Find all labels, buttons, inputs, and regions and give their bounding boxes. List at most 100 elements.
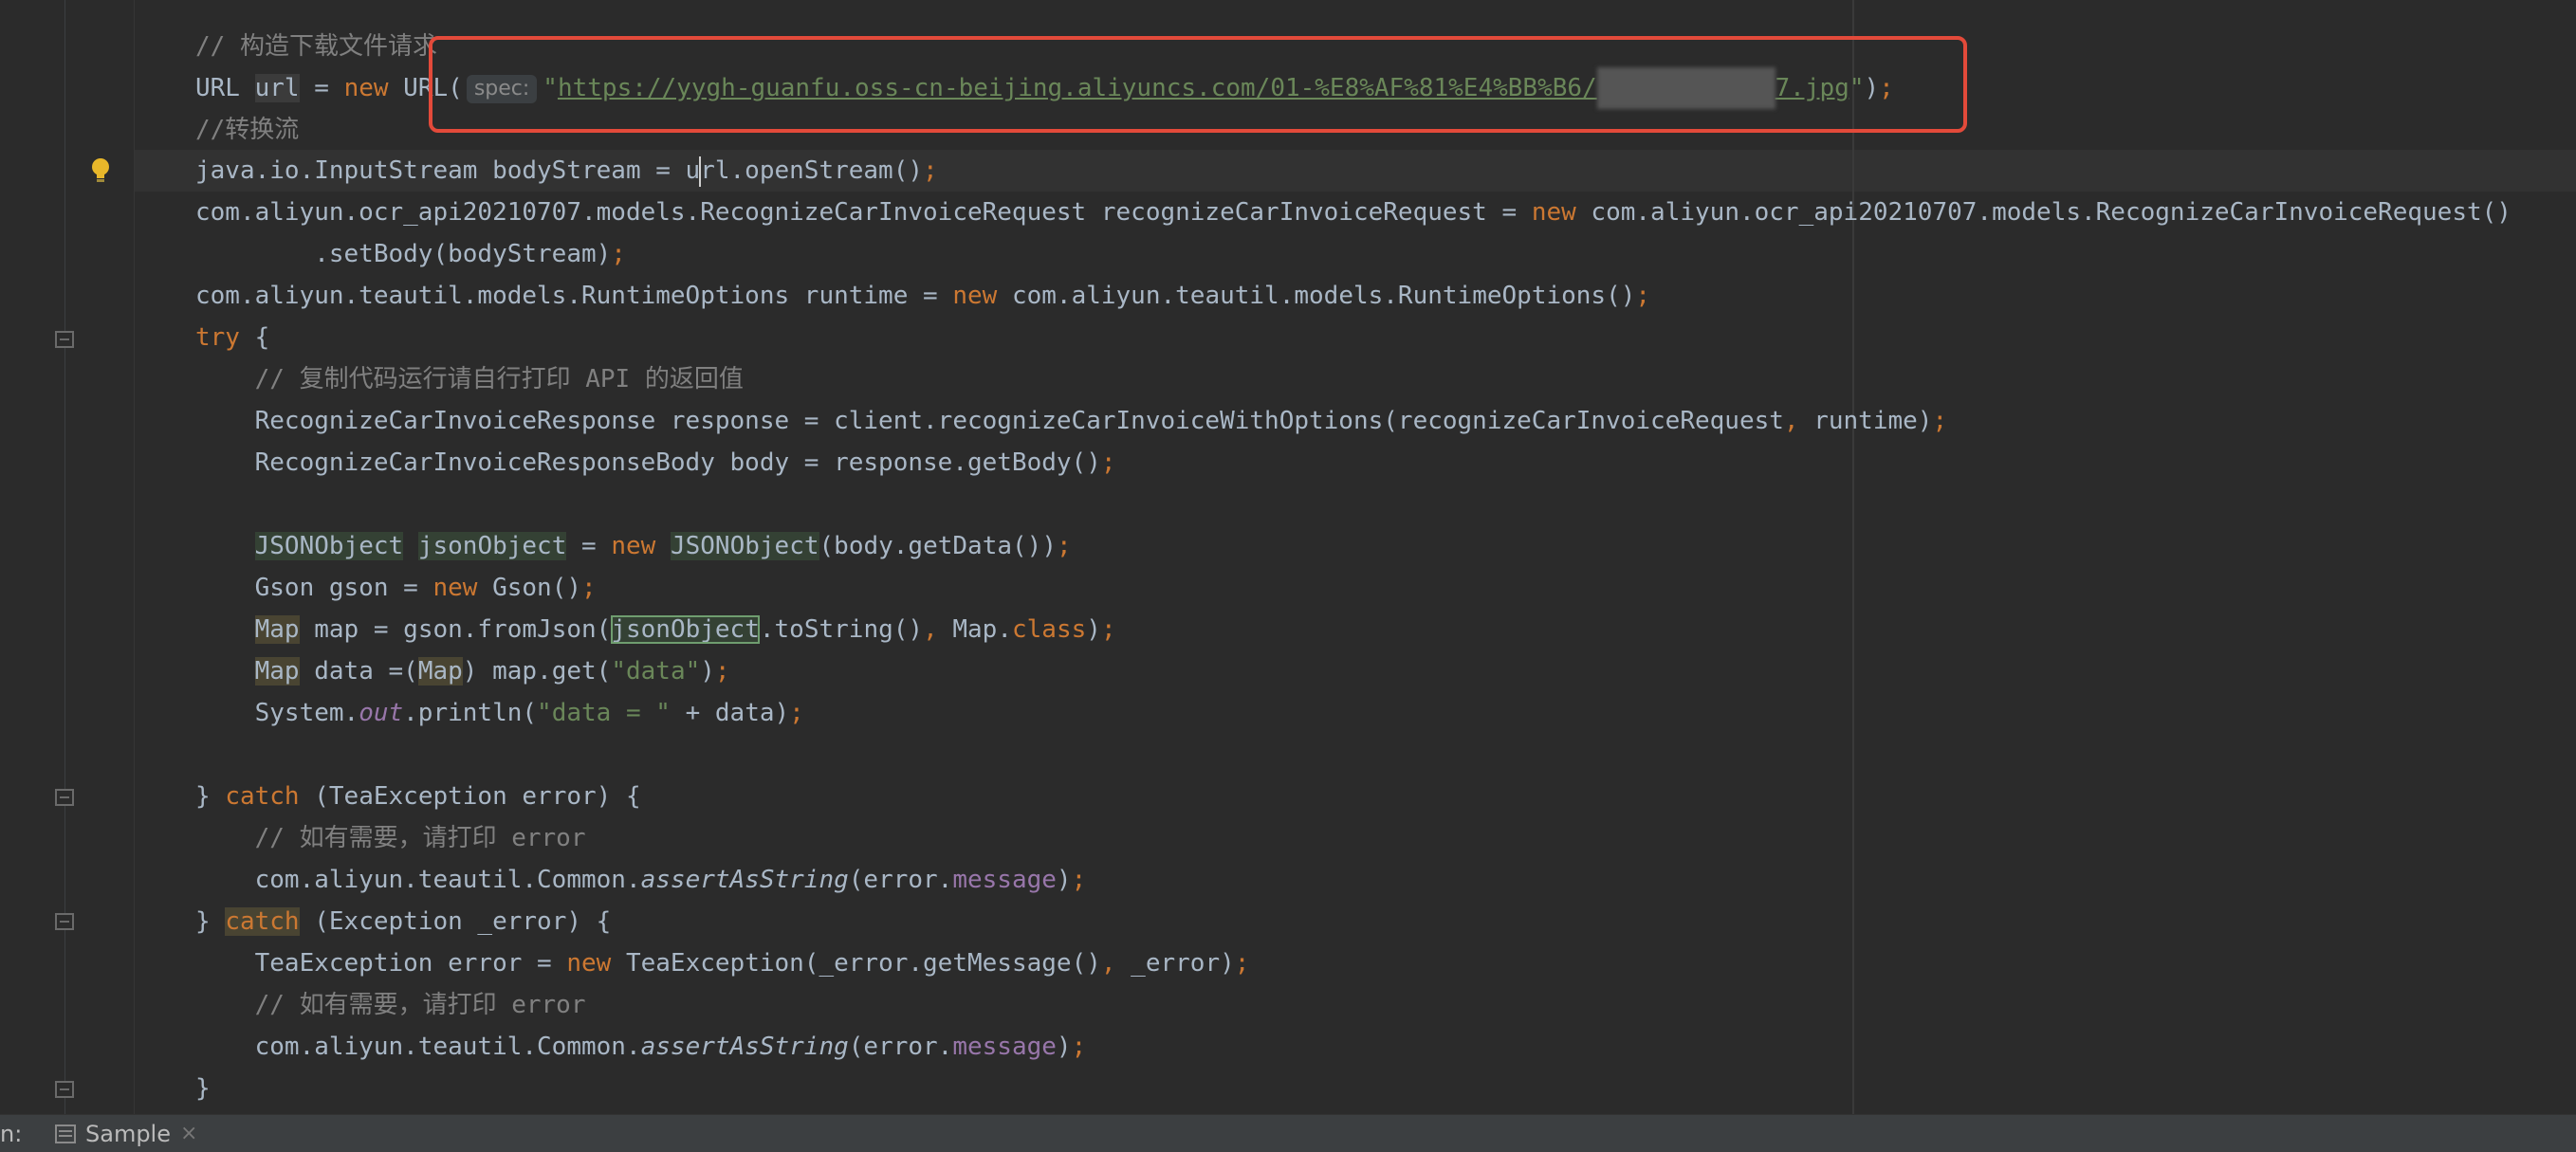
- code-token-highlighted: Map: [254, 615, 300, 644]
- code-field: message: [952, 1033, 1057, 1061]
- code-string: "data": [611, 657, 701, 686]
- code-token: runtime): [1798, 407, 1933, 435]
- code-keyword: new: [952, 282, 998, 310]
- code-token: RecognizeCarInvoiceResponse response = c…: [195, 407, 1784, 435]
- code-keyword: new: [432, 574, 478, 602]
- code-method: assertAsString: [640, 1033, 849, 1061]
- code-punct: ;: [1234, 949, 1250, 978]
- code-keyword: catch: [225, 782, 300, 811]
- code-token: com.aliyun.teautil.Common.: [195, 1033, 641, 1061]
- code-token: com.aliyun.teautil.models.RuntimeOptions…: [195, 282, 953, 310]
- code-token-highlighted: Map: [254, 657, 300, 686]
- code-keyword: new: [343, 74, 389, 102]
- code-token-highlighted: jsonObject: [611, 615, 760, 644]
- code-token: + data): [670, 699, 790, 727]
- code-token: (body.getData()): [819, 532, 1057, 560]
- code-keyword: new: [1531, 198, 1576, 227]
- run-label: n:: [0, 1121, 23, 1147]
- code-punct: ;: [1932, 407, 1948, 435]
- code-token: URL: [195, 74, 240, 102]
- code-token: com.aliyun.teautil.Common.: [195, 866, 641, 894]
- code-punct: ;: [581, 574, 597, 602]
- lightbulb-icon[interactable]: [89, 156, 112, 185]
- code-token: }: [195, 782, 226, 811]
- code-token: Map.: [937, 615, 1012, 644]
- code-punct: ;: [611, 240, 626, 268]
- code-comment: //转换流: [195, 116, 300, 144]
- code-token: ): [700, 657, 715, 686]
- code-punct: ;: [1056, 532, 1072, 560]
- code-keyword: class: [1012, 615, 1087, 644]
- run-config-icon: [55, 1124, 76, 1143]
- gutter-divider: [64, 0, 65, 1114]
- code-punct: ;: [1071, 1033, 1087, 1061]
- code-token: .println(: [403, 699, 538, 727]
- code-token: com.aliyun.teautil.models.RuntimeOptions…: [997, 282, 1636, 310]
- code-token: (Exception _error) {: [299, 907, 612, 936]
- code-token: (error.: [848, 1033, 953, 1061]
- code-punct: ;: [1071, 866, 1087, 894]
- code-token: .toString(): [759, 615, 924, 644]
- code-punct: ,: [1783, 407, 1799, 435]
- code-token: url: [254, 74, 300, 102]
- code-token: =: [299, 74, 344, 102]
- code-token: Gson gson =: [195, 574, 433, 602]
- fold-icon[interactable]: [55, 331, 74, 348]
- code-token: com.aliyun.ocr_api20210707.models.Recogn…: [1575, 198, 2512, 227]
- code-token: ): [1056, 866, 1072, 894]
- code-punct: ;: [1100, 448, 1116, 477]
- fold-gutter-divider: [134, 0, 135, 1114]
- close-icon[interactable]: ×: [180, 1122, 197, 1145]
- code-keyword: catch: [225, 907, 300, 936]
- code-keyword: new: [566, 949, 612, 978]
- code-token: }: [195, 1074, 211, 1103]
- code-token-highlighted: jsonObject: [417, 532, 567, 560]
- code-token: _error): [1115, 949, 1235, 978]
- code-token: ) map.get(: [462, 657, 612, 686]
- code-token: map = gson.fromJson(: [299, 615, 612, 644]
- code-token: ): [1086, 615, 1101, 644]
- code-punct: ;: [923, 156, 938, 185]
- fold-icon[interactable]: [55, 913, 74, 930]
- code-punct: ;: [714, 657, 730, 686]
- code-method: assertAsString: [640, 866, 849, 894]
- code-field: message: [952, 866, 1057, 894]
- code-token-highlighted: Map: [417, 657, 463, 686]
- code-token: (TeaException error) {: [299, 782, 641, 811]
- code-punct: ;: [1100, 615, 1116, 644]
- code-keyword: try: [195, 323, 240, 352]
- code-comment: // 如有需要，请打印 error: [195, 824, 586, 852]
- code-token: java.io.InputStream bodyStream = u: [195, 156, 701, 185]
- code-token: Gson(): [477, 574, 581, 602]
- code-token: .setBody(bodyStream): [195, 240, 612, 268]
- code-field: out: [359, 699, 404, 727]
- code-comment: // 如有需要，请打印 error: [195, 991, 586, 1019]
- code-token-highlighted: JSONObject: [254, 532, 404, 560]
- code-token: System.: [195, 699, 359, 727]
- code-token: }: [195, 907, 226, 936]
- code-token: =: [566, 532, 612, 560]
- fold-icon[interactable]: [55, 789, 74, 806]
- code-punct: ;: [1635, 282, 1651, 310]
- code-token: ): [1056, 1033, 1072, 1061]
- code-token-highlighted: JSONObject: [670, 532, 819, 560]
- right-margin-guide: [1852, 0, 1854, 1114]
- code-token: {: [239, 323, 270, 352]
- code-token: data =(: [299, 657, 418, 686]
- tab-label: Sample: [85, 1120, 171, 1147]
- code-keyword: new: [611, 532, 656, 560]
- tab-sample[interactable]: Sample ×: [55, 1115, 197, 1152]
- code-punct: ;: [789, 699, 804, 727]
- code-string: "data = ": [537, 699, 671, 727]
- fold-icon[interactable]: [55, 1081, 74, 1098]
- highlight-annotation-box: [429, 36, 1967, 133]
- code-token: com.aliyun.ocr_api20210707.models.Recogn…: [195, 198, 1532, 227]
- code-punct: ,: [923, 615, 938, 644]
- code-editor[interactable]: // 构造下载文件请求 URL url = new URL(spec: "http…: [0, 0, 2576, 1114]
- code-token: TeaException error =: [195, 949, 567, 978]
